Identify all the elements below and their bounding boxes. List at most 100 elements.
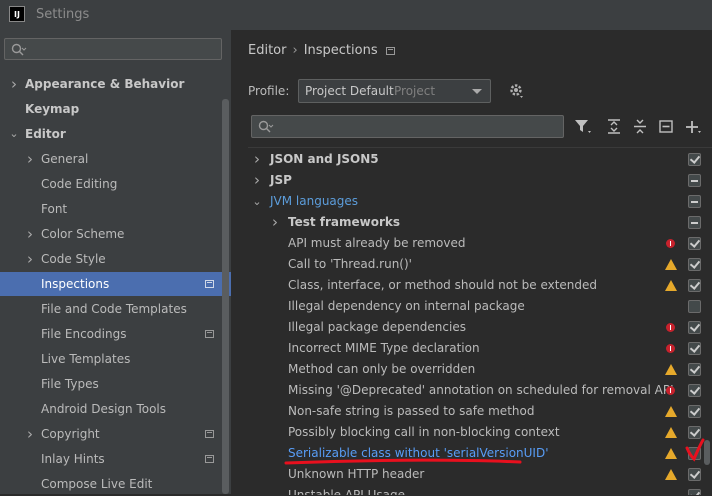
filter-icon[interactable]	[574, 118, 594, 136]
sidebar-item-file-encodings[interactable]: File Encodings	[0, 322, 222, 346]
enabled-checkbox[interactable]	[688, 237, 701, 250]
chevron-right-icon[interactable]: ›	[252, 149, 262, 170]
chevron-right-icon[interactable]: ›	[25, 422, 35, 446]
sidebar-item-label: Android Design Tools	[41, 402, 167, 416]
inspection-label: JSP	[270, 173, 292, 187]
inspection-row-possibly-blocking-call-in-non-blocking-context[interactable]: Possibly blocking call in non-blocking c…	[248, 422, 712, 443]
search-icon	[11, 43, 27, 56]
sidebar-item-android-design-tools[interactable]: Android Design Tools	[0, 397, 222, 421]
profile-scope: Project	[394, 84, 436, 98]
sidebar-scrollbar[interactable]	[222, 99, 229, 494]
enabled-checkbox[interactable]	[688, 174, 701, 187]
inspection-row-illegal-dependency-on-internal-package[interactable]: Illegal dependency on internal package	[248, 296, 712, 317]
sidebar-item-file-types[interactable]: File Types	[0, 372, 222, 396]
sidebar-item-compose-live-edit[interactable]: Compose Live Edit	[0, 472, 222, 496]
sidebar-item-label: File Types	[41, 377, 99, 391]
inspection-row-illegal-package-dependencies[interactable]: Illegal package dependencies	[248, 317, 712, 338]
error-severity-icon	[666, 344, 675, 353]
inspection-row-test-frameworks[interactable]: › Test frameworks	[248, 212, 712, 233]
inspection-row-api-must-already-be-removed[interactable]: API must already be removed	[248, 233, 712, 254]
enabled-checkbox[interactable]	[688, 153, 701, 166]
sidebar-item-label: File and Code Templates	[41, 302, 187, 316]
enabled-checkbox[interactable]	[688, 195, 701, 208]
inspection-label: Unknown HTTP header	[288, 467, 425, 481]
inspection-row-class-interface-or-method-should-not-be-extended[interactable]: Class, interface, or method should not b…	[248, 275, 712, 296]
add-icon[interactable]	[684, 118, 704, 136]
project-level-icon	[205, 280, 214, 288]
sidebar-item-label: Color Scheme	[41, 227, 125, 241]
inspection-row-non-safe-string-is-passed-to-safe-method[interactable]: Non-safe string is passed to safe method	[248, 401, 712, 422]
inspection-label: Illegal dependency on internal package	[288, 299, 525, 313]
enabled-checkbox[interactable]	[688, 384, 701, 397]
inspection-row-incorrect-mime-type-declaration[interactable]: Incorrect MIME Type declaration	[248, 338, 712, 359]
inspections-scrollbar[interactable]	[704, 440, 710, 465]
inspection-row-jsp[interactable]: › JSP	[248, 170, 712, 191]
enabled-checkbox[interactable]	[688, 363, 701, 376]
expand-all-icon[interactable]	[606, 118, 622, 136]
enabled-checkbox[interactable]	[688, 342, 701, 355]
chevron-right-icon[interactable]: ›	[9, 72, 19, 96]
gear-icon[interactable]	[508, 82, 526, 100]
sidebar-item-general[interactable]: › General	[0, 147, 222, 171]
sidebar-item-copyright[interactable]: › Copyright	[0, 422, 222, 446]
sidebar-search-input[interactable]	[4, 38, 222, 60]
enabled-checkbox[interactable]	[688, 258, 701, 271]
project-level-icon	[205, 455, 214, 463]
chevron-right-icon[interactable]: ›	[270, 212, 280, 233]
remove-icon[interactable]	[658, 118, 674, 136]
collapse-all-icon[interactable]	[632, 118, 648, 136]
error-severity-icon	[666, 323, 675, 332]
sidebar-item-keymap[interactable]: Keymap	[0, 97, 222, 121]
sidebar-item-label: Inspections	[41, 277, 110, 291]
profile-value: Project Default	[305, 84, 394, 98]
breadcrumb-parent[interactable]: Editor	[248, 43, 286, 58]
profile-label: Profile:	[248, 84, 290, 98]
sidebar-item-label: Inlay Hints	[41, 452, 105, 466]
enabled-checkbox[interactable]	[688, 405, 701, 418]
sidebar-item-label: Code Style	[41, 252, 106, 266]
enabled-checkbox[interactable]	[688, 321, 701, 334]
sidebar-item-appearance-behavior[interactable]: › Appearance & Behavior	[0, 72, 222, 96]
chevron-down-icon[interactable]: ⌄	[252, 191, 262, 212]
enabled-checkbox[interactable]	[688, 447, 701, 460]
inspection-label: Non-safe string is passed to safe method	[288, 404, 535, 418]
enabled-checkbox[interactable]	[688, 489, 701, 495]
sidebar-item-editor[interactable]: ⌄ Editor	[0, 122, 222, 146]
warning-severity-icon	[665, 406, 677, 417]
chevron-right-icon[interactable]: ›	[25, 222, 35, 246]
warning-severity-icon	[665, 448, 677, 459]
title-bar: IJ Settings	[0, 0, 712, 30]
sidebar-item-label: Font	[41, 202, 68, 216]
inspection-row-jvm-languages[interactable]: ⌄ JVM languages	[248, 191, 712, 212]
chevron-down-icon[interactable]: ⌄	[9, 122, 19, 146]
sidebar-item-live-templates[interactable]: Live Templates	[0, 347, 222, 371]
inspection-row-json-and-json5[interactable]: › JSON and JSON5	[248, 149, 712, 170]
chevron-right-icon[interactable]: ›	[25, 247, 35, 271]
breadcrumb-current: Inspections	[303, 43, 378, 58]
inspection-row-call-to-thread-run[interactable]: Call to 'Thread.run()'	[248, 254, 712, 275]
inspection-row-serializable-class-without-serialversionuid[interactable]: Serializable class without 'serialVersio…	[248, 443, 712, 464]
inspection-row-method-can-only-be-overridden[interactable]: Method can only be overridden	[248, 359, 712, 380]
enabled-checkbox[interactable]	[688, 216, 701, 229]
chevron-right-icon[interactable]: ›	[252, 170, 262, 191]
enabled-checkbox[interactable]	[688, 300, 701, 313]
sidebar-item-label: Code Editing	[41, 177, 118, 191]
enabled-checkbox[interactable]	[688, 279, 701, 292]
sidebar-item-file-and-code-templates[interactable]: File and Code Templates	[0, 297, 222, 321]
enabled-checkbox[interactable]	[688, 468, 701, 481]
sidebar-item-inspections[interactable]: Inspections	[0, 272, 231, 296]
profile-dropdown[interactable]: Project Default Project	[298, 79, 491, 103]
sidebar-item-color-scheme[interactable]: › Color Scheme	[0, 222, 222, 246]
app-logo-icon: IJ	[9, 6, 25, 22]
inspections-search-input[interactable]	[251, 115, 564, 138]
sidebar-item-inlay-hints[interactable]: Inlay Hints	[0, 447, 222, 471]
inspection-row-missing-deprecated-annotation-on-scheduled-for-removal-api[interactable]: Missing '@Deprecated' annotation on sche…	[248, 380, 712, 401]
chevron-right-icon[interactable]: ›	[25, 147, 35, 171]
sidebar-item-font[interactable]: Font	[0, 197, 222, 221]
inspection-row-unknown-http-header[interactable]: Unknown HTTP header	[248, 464, 712, 485]
inspections-tree: › JSON and JSON5 › JSP ⌄ JVM languages › Test f…	[248, 147, 712, 495]
sidebar-item-label: Live Templates	[41, 352, 131, 366]
sidebar-item-code-style[interactable]: › Code Style	[0, 247, 222, 271]
sidebar-item-code-editing[interactable]: Code Editing	[0, 172, 222, 196]
enabled-checkbox[interactable]	[688, 426, 701, 439]
